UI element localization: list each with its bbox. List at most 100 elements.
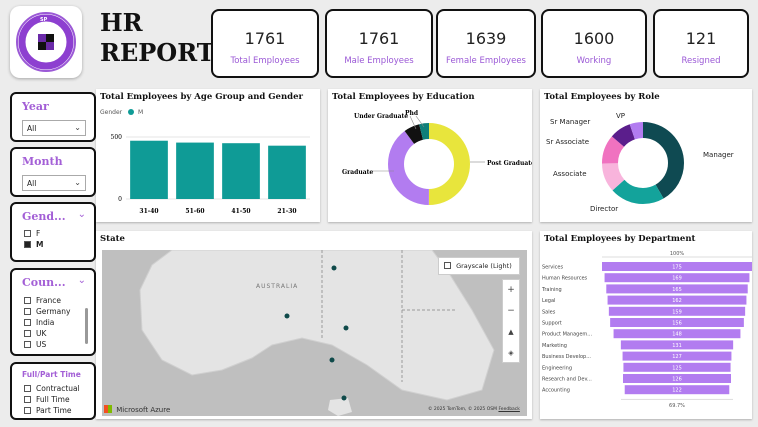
map-style-label: Grayscale (Light) bbox=[456, 262, 512, 270]
checkbox[interactable] bbox=[24, 230, 31, 237]
country-option-france[interactable]: France bbox=[24, 295, 70, 306]
compass-icon[interactable]: ◈ bbox=[503, 343, 519, 364]
funnel-category-label: Support bbox=[542, 321, 562, 327]
role-chart-card: Total Employees by Role Manager Director A… bbox=[540, 89, 752, 222]
employment-type-slicer-title: Full/Part Time bbox=[22, 370, 81, 379]
funnel-category-label: Marketing bbox=[542, 343, 567, 349]
feedback-link[interactable]: Feedback bbox=[498, 407, 519, 412]
funnel-category-label: Services bbox=[542, 265, 563, 271]
country-option-uk[interactable]: UK bbox=[24, 328, 70, 339]
slice-label: Phd bbox=[405, 110, 419, 117]
azure-attribution: Microsoft Azure bbox=[104, 405, 170, 414]
funnel-value-label: 131 bbox=[672, 343, 682, 349]
year-dropdown-value: All bbox=[27, 124, 37, 133]
age-gender-chart-card: Total Employees by Age Group and Gender … bbox=[96, 89, 320, 222]
slice-label: Sr Manager bbox=[550, 118, 590, 126]
department-chart-card: Total Employees by Department 100% 175 Ser… bbox=[540, 231, 752, 419]
employment-type-slicer: Full/Part Time Contractual Full Time Par… bbox=[10, 362, 96, 420]
month-dropdown[interactable]: All ⌄ bbox=[22, 175, 86, 191]
employment-option-full-time[interactable]: Full Time bbox=[24, 394, 80, 405]
map-point[interactable] bbox=[284, 313, 290, 319]
country-scrollbar[interactable] bbox=[85, 308, 88, 344]
y-tick-label: 0 bbox=[118, 196, 122, 203]
checkbox-checked[interactable] bbox=[24, 241, 31, 248]
funnel-value-label: 122 bbox=[672, 388, 682, 394]
kpi-female-employees: 1639 Female Employees bbox=[436, 9, 536, 78]
checkbox[interactable] bbox=[24, 407, 31, 414]
role-donut: Manager Director Associate Sr Associate Sr M… bbox=[546, 112, 734, 213]
title-line-2: REPORT bbox=[100, 38, 215, 67]
kpi-total-employees: 1761 Total Employees bbox=[211, 9, 319, 78]
map-style-picker[interactable]: Grayscale (Light) bbox=[438, 257, 520, 275]
kpi-value: 121 bbox=[685, 29, 717, 48]
slice-label: Post Graduate bbox=[487, 160, 532, 167]
chevron-down-icon[interactable]: ⌄ bbox=[78, 209, 86, 220]
funnel-value-label: 127 bbox=[672, 354, 682, 360]
zoom-in-button[interactable]: + bbox=[503, 280, 519, 301]
year-slicer: Year All ⌄ bbox=[10, 92, 96, 142]
funnel-category-label: Engineering bbox=[542, 365, 572, 371]
checkbox[interactable] bbox=[24, 396, 31, 403]
tilt-icon[interactable]: ▲ bbox=[503, 322, 519, 343]
bar[interactable] bbox=[176, 142, 214, 199]
map-point[interactable] bbox=[331, 265, 337, 271]
month-slicer-title: Month bbox=[22, 155, 63, 168]
kpi-male-employees: 1761 Male Employees bbox=[325, 9, 433, 78]
x-tick-label: 41-50 bbox=[231, 208, 250, 215]
bar[interactable] bbox=[130, 140, 168, 199]
employment-option-part-time[interactable]: Part Time bbox=[24, 405, 80, 416]
funnel-value-label: 169 bbox=[672, 276, 682, 282]
funnel-value-label: 148 bbox=[672, 332, 682, 338]
country-slicer-title: Coun... bbox=[22, 276, 66, 289]
checkbox[interactable] bbox=[24, 297, 31, 304]
year-dropdown[interactable]: All ⌄ bbox=[22, 120, 86, 136]
map-style-icon bbox=[444, 262, 451, 269]
map-region-label: AUSTRALIA bbox=[256, 283, 299, 290]
funnel-top-percent: 100% bbox=[670, 251, 685, 257]
funnel-value-label: 165 bbox=[672, 287, 682, 293]
country-option-germany[interactable]: Germany bbox=[24, 306, 70, 317]
funnel-category-label: Product Managem... bbox=[542, 332, 592, 338]
kpi-value: 1761 bbox=[358, 29, 400, 48]
chevron-down-icon[interactable]: ⌄ bbox=[78, 275, 86, 286]
country-option-us[interactable]: US bbox=[24, 339, 70, 350]
funnel-bottom-percent: 69.7% bbox=[669, 403, 685, 409]
checkbox[interactable] bbox=[24, 341, 31, 348]
slice-label: Manager bbox=[703, 151, 734, 159]
funnel-value-label: 125 bbox=[672, 365, 682, 371]
country-slicer: Coun... ⌄ France Germany India UK US bbox=[10, 268, 96, 356]
x-tick-label: 31-40 bbox=[139, 208, 158, 215]
checkbox[interactable] bbox=[24, 330, 31, 337]
age-chart-plot: 0 500 31-40 51-60 41-50 21-30 bbox=[111, 134, 310, 215]
gender-option-m[interactable]: M bbox=[24, 239, 43, 250]
kpi-value: 1600 bbox=[573, 29, 615, 48]
bar[interactable] bbox=[268, 145, 306, 199]
x-tick-label: 21-30 bbox=[277, 208, 296, 215]
funnel-category-label: Training bbox=[541, 287, 562, 293]
employment-option-contractual[interactable]: Contractual bbox=[24, 383, 80, 394]
gender-slicer-title: Gend... bbox=[22, 210, 66, 223]
zoom-out-button[interactable]: − bbox=[503, 301, 519, 322]
funnel-category-label: Research and Dev... bbox=[542, 377, 592, 383]
map-point[interactable] bbox=[329, 357, 335, 363]
education-donut: Post Graduate Graduate Under GraduatePhd bbox=[342, 110, 532, 205]
map-point[interactable] bbox=[341, 395, 347, 401]
country-option-india[interactable]: India bbox=[24, 317, 70, 328]
checkbox[interactable] bbox=[24, 308, 31, 315]
logo-text: SP bbox=[40, 17, 48, 23]
kpi-value: 1761 bbox=[244, 29, 286, 48]
map-point[interactable] bbox=[343, 325, 349, 331]
funnel-category-label: Sales bbox=[542, 309, 556, 315]
chevron-down-icon: ⌄ bbox=[74, 123, 81, 132]
map-title: State bbox=[100, 234, 125, 244]
checkbox[interactable] bbox=[24, 385, 31, 392]
month-dropdown-value: All bbox=[27, 179, 37, 188]
chevron-down-icon: ⌄ bbox=[74, 178, 81, 187]
gender-option-f[interactable]: F bbox=[24, 228, 43, 239]
funnel-value-label: 162 bbox=[672, 298, 682, 304]
map-controls: + − ▲ ◈ bbox=[502, 279, 520, 363]
bar[interactable] bbox=[222, 143, 260, 199]
funnel-category-label: Human Resources bbox=[542, 276, 588, 282]
checkbox[interactable] bbox=[24, 319, 31, 326]
kpi-label: Working bbox=[576, 56, 612, 66]
